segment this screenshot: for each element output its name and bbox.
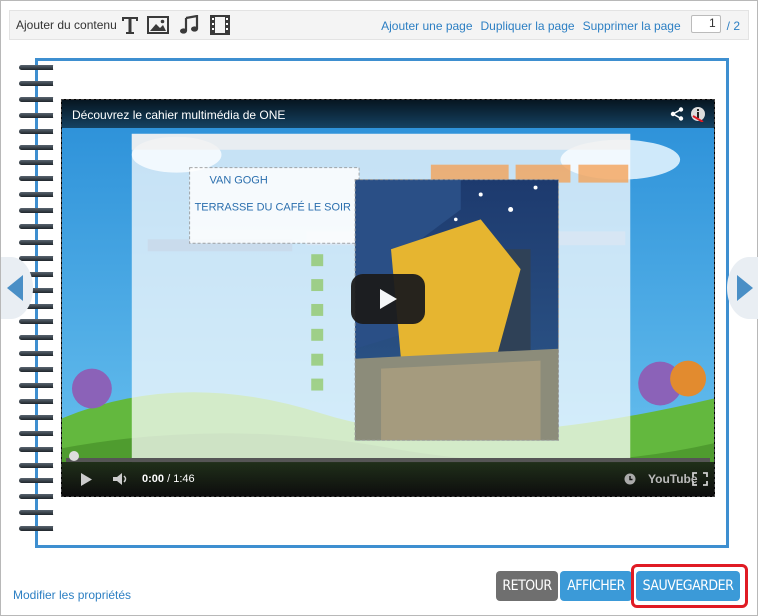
spiral-ring	[19, 508, 59, 518]
spiral-ring	[19, 381, 59, 390]
spiral-ring	[19, 333, 59, 343]
next-page-arrow-icon[interactable]	[725, 257, 758, 319]
spiral-ring	[19, 492, 59, 502]
scrub-handle[interactable]	[69, 451, 79, 461]
spiral-ring	[19, 222, 59, 231]
volume-icon[interactable]	[112, 472, 130, 486]
spiral-ring	[19, 174, 59, 184]
spiral-ring	[19, 126, 59, 136]
spiral-ring	[19, 78, 59, 88]
page-number-input[interactable]: 1	[690, 15, 721, 33]
spiral-ring	[19, 524, 59, 534]
music-icon[interactable]	[177, 14, 201, 36]
spiral-ring	[19, 110, 59, 120]
play-icon	[380, 289, 397, 309]
spiral-ring	[19, 412, 59, 422]
toolbar: Ajouter du contenu Ajouter une page Dupl…	[9, 10, 749, 40]
save-highlight-box	[631, 564, 748, 608]
video-title-bar: Découvrez le cahier multimédia de ONE	[62, 100, 714, 128]
current-time: 0:00	[142, 473, 165, 485]
video-controls: 0:00 / 1:46 YouTube	[62, 451, 714, 496]
spiral-ring	[19, 349, 59, 359]
spiral-ring	[19, 206, 59, 216]
spiral-ring	[19, 190, 59, 200]
back-button[interactable]: RETOUR	[496, 571, 558, 601]
youtube-logo[interactable]: YouTube	[648, 472, 698, 486]
spiral-ring	[19, 476, 59, 486]
text-icon[interactable]	[118, 14, 142, 36]
spiral-ring	[19, 94, 59, 104]
spiral-ring	[19, 396, 59, 406]
duplicate-page-link[interactable]: Dupliquer la page	[481, 19, 575, 33]
share-icon[interactable]	[670, 107, 684, 121]
spiral-ring	[19, 63, 59, 72]
add-content-label: Ajouter du contenu	[16, 18, 117, 32]
page-total: / 2	[726, 18, 740, 33]
modify-properties-link[interactable]: Modifier les propriétés	[13, 588, 131, 602]
spiral-ring	[19, 444, 59, 454]
page-actions: Ajouter une page Dupliquer la page Suppr…	[373, 15, 740, 33]
svg-text:TERRASSE DU CAFÉ LE SOIR: TERRASSE DU CAFÉ LE SOIR	[195, 200, 351, 213]
play-button[interactable]	[351, 274, 425, 324]
watch-later-icon[interactable]	[624, 473, 636, 485]
spiral-ring	[19, 460, 59, 470]
image-icon[interactable]	[146, 14, 170, 36]
add-page-link[interactable]: Ajouter une page	[381, 19, 472, 33]
time-display: 0:00 / 1:46	[142, 473, 195, 485]
spiral-ring	[19, 317, 59, 327]
show-button[interactable]: AFFICHER	[560, 571, 632, 601]
duration: / 1:46	[167, 473, 195, 485]
fullscreen-icon[interactable]	[692, 472, 708, 486]
play-small-icon[interactable]	[80, 473, 93, 486]
video-title[interactable]: Découvrez le cahier multimédia de ONE	[72, 108, 285, 122]
delete-page-link[interactable]: Supprimer la page	[583, 19, 681, 33]
spiral-ring	[19, 237, 59, 247]
embedded-video[interactable]: VAN GOGH TERRASSE DU CAFÉ LE SOIR Découv…	[61, 99, 715, 497]
progress-bar[interactable]	[66, 451, 710, 462]
spiral-ring	[19, 365, 59, 375]
spiral-ring	[19, 158, 59, 168]
spiral-ring	[19, 142, 59, 152]
info-icon[interactable]	[690, 106, 706, 122]
app-window: Ajouter du contenu Ajouter une page Dupl…	[0, 0, 758, 616]
svg-text:VAN GOGH: VAN GOGH	[210, 175, 268, 187]
spiral-ring	[19, 428, 59, 438]
previous-page-arrow-icon[interactable]	[1, 257, 33, 319]
video-icon[interactable]	[208, 14, 232, 36]
